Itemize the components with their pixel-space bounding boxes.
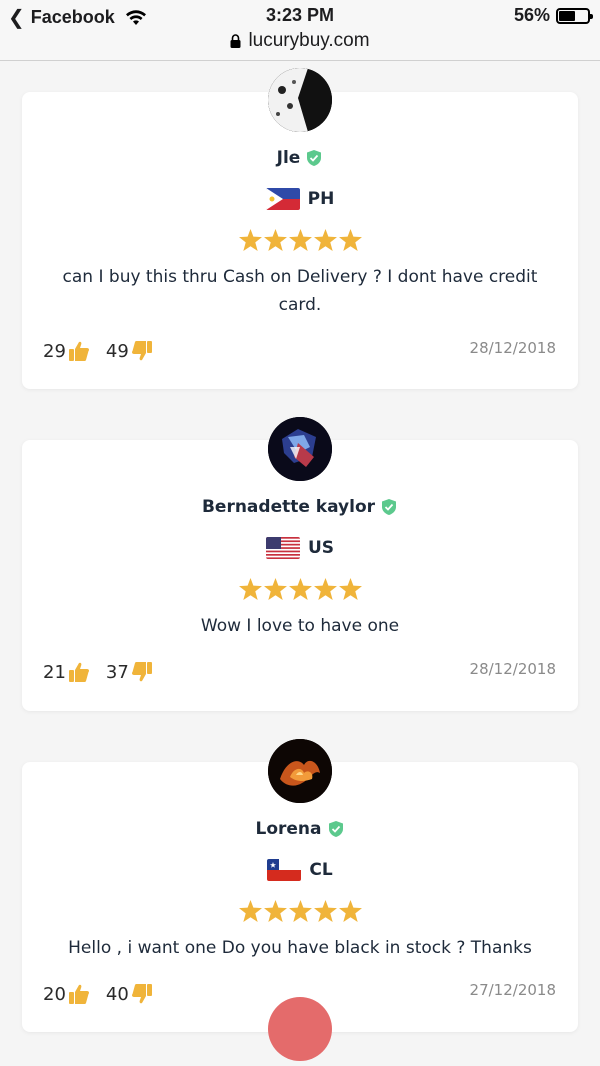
- thumbs-up-icon: [68, 662, 89, 682]
- status-bar: ❮ Facebook 3:23 PM 56%: [0, 0, 600, 30]
- review-date: 28/12/2018: [469, 660, 556, 678]
- like-count: 20: [43, 983, 66, 1005]
- country-code: PH: [307, 189, 335, 209]
- country-row: PH: [22, 188, 578, 210]
- like-button[interactable]: 29: [43, 340, 90, 362]
- star-icon: [338, 578, 362, 600]
- star-icon: [313, 900, 337, 922]
- review-date: 28/12/2018: [469, 339, 556, 357]
- star-icon: [263, 900, 287, 922]
- philippines-flag-icon: [265, 188, 300, 210]
- dislike-count: 37: [105, 661, 129, 683]
- url-text: lucurybuy.com: [248, 30, 370, 51]
- star-rating: [22, 229, 578, 251]
- verified-badge-icon: [307, 150, 322, 166]
- next-review-avatar: [268, 997, 332, 1061]
- like-count: 29: [43, 340, 66, 362]
- star-icon: [338, 900, 362, 922]
- country-code: CL: [309, 860, 333, 880]
- review-text: Hello , i want one Do you have black in …: [68, 938, 532, 958]
- thumbs-up-icon: [68, 341, 89, 361]
- star-icon: [338, 229, 362, 251]
- avatar: [268, 417, 332, 481]
- dislike-button[interactable]: 40: [106, 983, 153, 1005]
- thumbs-down-icon: [131, 341, 152, 361]
- review-text: Wow I love to have one: [200, 616, 400, 636]
- dislike-button[interactable]: 49: [106, 340, 153, 362]
- thumbs-up-icon: [68, 984, 89, 1004]
- star-rating: [22, 900, 578, 922]
- verified-badge-icon: [382, 499, 397, 515]
- reviewer-name-row: Lorena: [22, 819, 578, 839]
- battery-icon: [556, 7, 593, 24]
- vote-row: 21 37: [43, 661, 169, 683]
- dislike-button[interactable]: 37: [106, 661, 153, 683]
- like-button[interactable]: 21: [43, 661, 90, 683]
- country-code: US: [307, 538, 335, 558]
- verified-badge-icon: [328, 821, 343, 837]
- star-icon: [263, 578, 287, 600]
- thumbs-down-icon: [131, 662, 152, 682]
- star-icon: [288, 229, 312, 251]
- like-count: 21: [43, 661, 66, 683]
- star-icon: [238, 229, 262, 251]
- avatar: [268, 739, 332, 803]
- dislike-count: 40: [105, 983, 129, 1005]
- dislike-count: 49: [105, 340, 129, 362]
- clock: 3:23 PM: [265, 5, 335, 25]
- vote-row: 20 40: [43, 983, 169, 1005]
- chile-flag-icon: [267, 859, 302, 881]
- reviewer-name-row: Jle: [22, 148, 578, 168]
- star-icon: [288, 578, 312, 600]
- usa-flag-icon: [265, 537, 300, 559]
- star-icon: [238, 900, 262, 922]
- star-icon: [238, 578, 262, 600]
- address-bar[interactable]: lucurybuy.com: [0, 30, 600, 61]
- like-button[interactable]: 20: [43, 983, 90, 1005]
- battery-status: 56%: [513, 5, 593, 26]
- reviewer-name-row: Bernadette kaylor: [22, 497, 578, 517]
- reviews-list[interactable]: Jle PH can I buy this thru Cash on Deliv…: [0, 62, 600, 1066]
- star-icon: [313, 578, 337, 600]
- star-icon: [313, 229, 337, 251]
- star-icon: [263, 229, 287, 251]
- star-rating: [22, 578, 578, 600]
- country-row: US: [22, 537, 578, 559]
- avatar: [268, 68, 332, 132]
- battery-percent: 56%: [513, 5, 550, 25]
- reviewer-name: Lorena: [255, 819, 322, 839]
- vote-row: 29 49: [43, 340, 169, 362]
- country-row: CL: [22, 859, 578, 881]
- star-icon: [288, 900, 312, 922]
- reviewer-name: Bernadette kaylor: [201, 497, 376, 517]
- review-text: can I buy this thru Cash on Delivery ? I…: [62, 267, 538, 315]
- lock-icon: [230, 34, 241, 48]
- review-date: 27/12/2018: [469, 981, 556, 999]
- reviewer-name: Jle: [276, 148, 301, 168]
- thumbs-down-icon: [131, 984, 152, 1004]
